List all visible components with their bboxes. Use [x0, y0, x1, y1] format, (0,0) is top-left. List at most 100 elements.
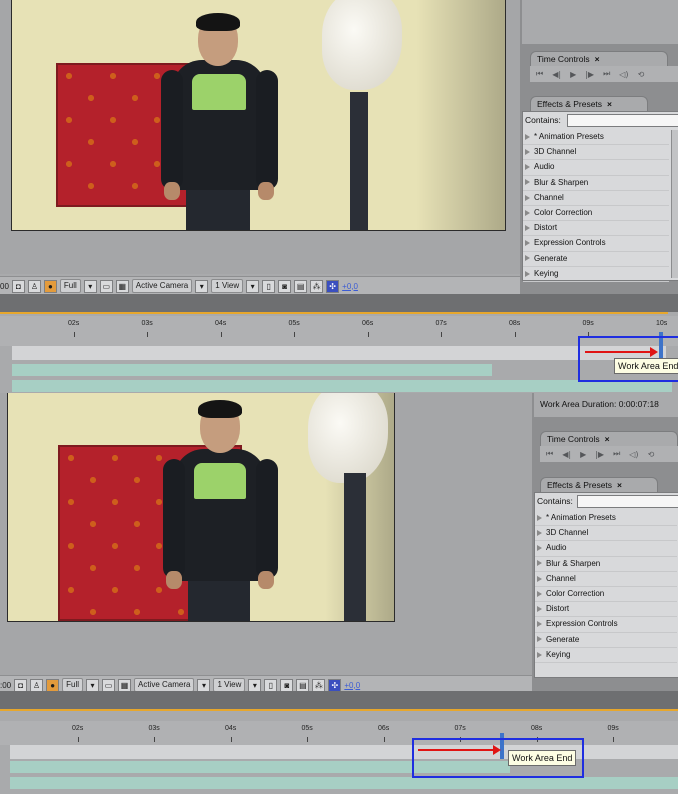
chevron-down-icon[interactable]: ▾ — [86, 678, 100, 692]
close-icon[interactable]: × — [617, 480, 622, 490]
play-icon[interactable]: ▶ — [570, 70, 576, 79]
next-frame-icon[interactable]: |▶ — [585, 70, 594, 79]
effects-list-item[interactable]: Keying — [535, 648, 677, 663]
close-icon[interactable]: × — [595, 54, 600, 64]
time-readout[interactable]: :00 — [0, 681, 11, 690]
disclosure-triangle-icon[interactable] — [525, 194, 530, 201]
reset-exposure-icon[interactable]: ✣ — [328, 678, 342, 692]
disclosure-triangle-icon[interactable] — [525, 133, 530, 140]
flowchart-icon[interactable]: ⁂ — [310, 279, 324, 293]
audio-icon[interactable]: ◁) — [619, 70, 628, 79]
effects-list-item[interactable]: Generate — [523, 252, 669, 267]
effects-list-item[interactable]: Generate — [535, 633, 677, 648]
toggle-pixel-aspect-icon[interactable]: ▯ — [262, 279, 276, 293]
chevron-down-icon[interactable]: ▾ — [83, 279, 97, 293]
transparency-grid-icon[interactable]: ▦ — [118, 678, 132, 692]
disclosure-triangle-icon[interactable] — [537, 651, 542, 658]
effects-list-item[interactable]: Audio — [535, 541, 677, 557]
loop-icon[interactable]: ⟲ — [638, 70, 645, 79]
disclosure-triangle-icon[interactable] — [537, 636, 542, 643]
effects-list-item[interactable]: 3D Channel — [523, 145, 669, 161]
composition-viewer[interactable] — [0, 393, 532, 677]
composition-viewer[interactable] — [0, 0, 520, 274]
effects-list-item[interactable]: Color Correction — [523, 206, 669, 222]
first-frame-icon[interactable]: ⏮ — [546, 449, 553, 459]
disclosure-triangle-icon[interactable] — [537, 575, 542, 582]
chevron-down-icon[interactable]: ▾ — [246, 279, 260, 293]
effects-list-item[interactable]: Blur & Sharpen — [535, 557, 677, 572]
tab-time-controls[interactable]: Time Controls × — [530, 51, 668, 66]
disclosure-triangle-icon[interactable] — [525, 240, 530, 247]
effects-list-item[interactable]: Channel — [523, 191, 669, 206]
effects-list-item[interactable]: Distort — [535, 602, 677, 618]
chevron-down-icon[interactable]: ▾ — [195, 279, 209, 293]
close-icon[interactable]: × — [607, 99, 612, 109]
disclosure-triangle-icon[interactable] — [525, 225, 530, 232]
effects-search-input[interactable] — [577, 495, 678, 508]
tab-time-controls[interactable]: Time Controls × — [540, 431, 678, 446]
timeline-icon[interactable]: ▤ — [296, 678, 310, 692]
effects-list-item[interactable]: Distort — [523, 221, 669, 237]
flowchart-icon[interactable]: ⁂ — [312, 678, 326, 692]
effects-scrollbar[interactable] — [671, 130, 678, 278]
tab-effects-presets[interactable]: Effects & Presets × — [540, 477, 658, 492]
region-of-interest-icon[interactable]: ▭ — [99, 279, 113, 293]
audio-icon[interactable]: ◁) — [629, 450, 638, 459]
work-area-bar[interactable] — [12, 364, 492, 376]
tab-effects-presets[interactable]: Effects & Presets × — [530, 96, 648, 111]
snapshot-icon[interactable]: ◘ — [14, 678, 28, 692]
view-layout-dropdown[interactable]: 1 View — [211, 279, 244, 293]
work-area-track[interactable] — [12, 346, 666, 360]
exposure-value[interactable]: +0,0 — [342, 282, 358, 291]
region-of-interest-icon[interactable]: ▭ — [102, 678, 116, 692]
effects-list-item[interactable]: Blur & Sharpen — [523, 176, 669, 191]
disclosure-triangle-icon[interactable] — [537, 514, 542, 521]
effects-list-item[interactable]: Audio — [523, 160, 669, 176]
reset-exposure-icon[interactable]: ✣ — [326, 279, 340, 293]
disclosure-triangle-icon[interactable] — [537, 545, 542, 552]
effects-list-item[interactable]: Channel — [535, 572, 677, 587]
disclosure-triangle-icon[interactable] — [537, 606, 542, 613]
disclosure-triangle-icon[interactable] — [537, 530, 542, 537]
last-frame-icon[interactable]: ⏭ — [603, 69, 610, 79]
first-frame-icon[interactable]: ⏮ — [536, 69, 543, 79]
color-channel-icon[interactable]: ● — [43, 279, 57, 293]
effects-list-item[interactable]: Expression Controls — [535, 617, 677, 633]
disclosure-triangle-icon[interactable] — [537, 560, 542, 567]
effects-search-input[interactable] — [567, 114, 678, 127]
disclosure-triangle-icon[interactable] — [525, 209, 530, 216]
previous-frame-icon[interactable]: ◀| — [552, 70, 561, 79]
layer-duration-bar[interactable] — [10, 777, 678, 789]
color-channel-icon[interactable]: ● — [46, 678, 60, 692]
effects-list-item[interactable]: * Animation Presets — [523, 130, 669, 146]
effects-list-item[interactable]: Expression Controls — [523, 236, 669, 252]
exposure-value[interactable]: +0,0 — [344, 681, 360, 690]
effects-list-item[interactable]: Keying — [523, 267, 669, 282]
show-snapshot-icon[interactable]: ♙ — [30, 678, 44, 692]
view-layout-dropdown[interactable]: 1 View — [213, 678, 246, 692]
disclosure-triangle-icon[interactable] — [537, 621, 542, 628]
play-icon[interactable]: ▶ — [580, 450, 586, 459]
effects-list-item[interactable]: 3D Channel — [535, 526, 677, 542]
disclosure-triangle-icon[interactable] — [525, 270, 530, 277]
previous-frame-icon[interactable]: ◀| — [562, 450, 571, 459]
disclosure-triangle-icon[interactable] — [537, 590, 542, 597]
effects-list-item[interactable]: Color Correction — [535, 587, 677, 603]
next-frame-icon[interactable]: |▶ — [595, 450, 604, 459]
resolution-dropdown[interactable]: Full — [62, 678, 84, 692]
disclosure-triangle-icon[interactable] — [525, 255, 530, 262]
snapshot-icon[interactable]: ◘ — [11, 279, 25, 293]
last-frame-icon[interactable]: ⏭ — [613, 449, 620, 459]
time-ruler[interactable]: 02s 03s 04s 05s 06s 07s 08s 09s 10s — [0, 316, 678, 346]
chevron-down-icon[interactable]: ▾ — [197, 678, 211, 692]
disclosure-triangle-icon[interactable] — [525, 164, 530, 171]
transparency-grid-icon[interactable]: ▦ — [115, 279, 129, 293]
resolution-dropdown[interactable]: Full — [59, 279, 81, 293]
loop-icon[interactable]: ⟲ — [648, 450, 655, 459]
fast-previews-icon[interactable]: ◙ — [278, 279, 292, 293]
disclosure-triangle-icon[interactable] — [525, 179, 530, 186]
disclosure-triangle-icon[interactable] — [525, 149, 530, 156]
timeline-icon[interactable]: ▤ — [294, 279, 308, 293]
time-readout[interactable]: 00 — [0, 282, 9, 291]
close-icon[interactable]: × — [605, 434, 610, 444]
